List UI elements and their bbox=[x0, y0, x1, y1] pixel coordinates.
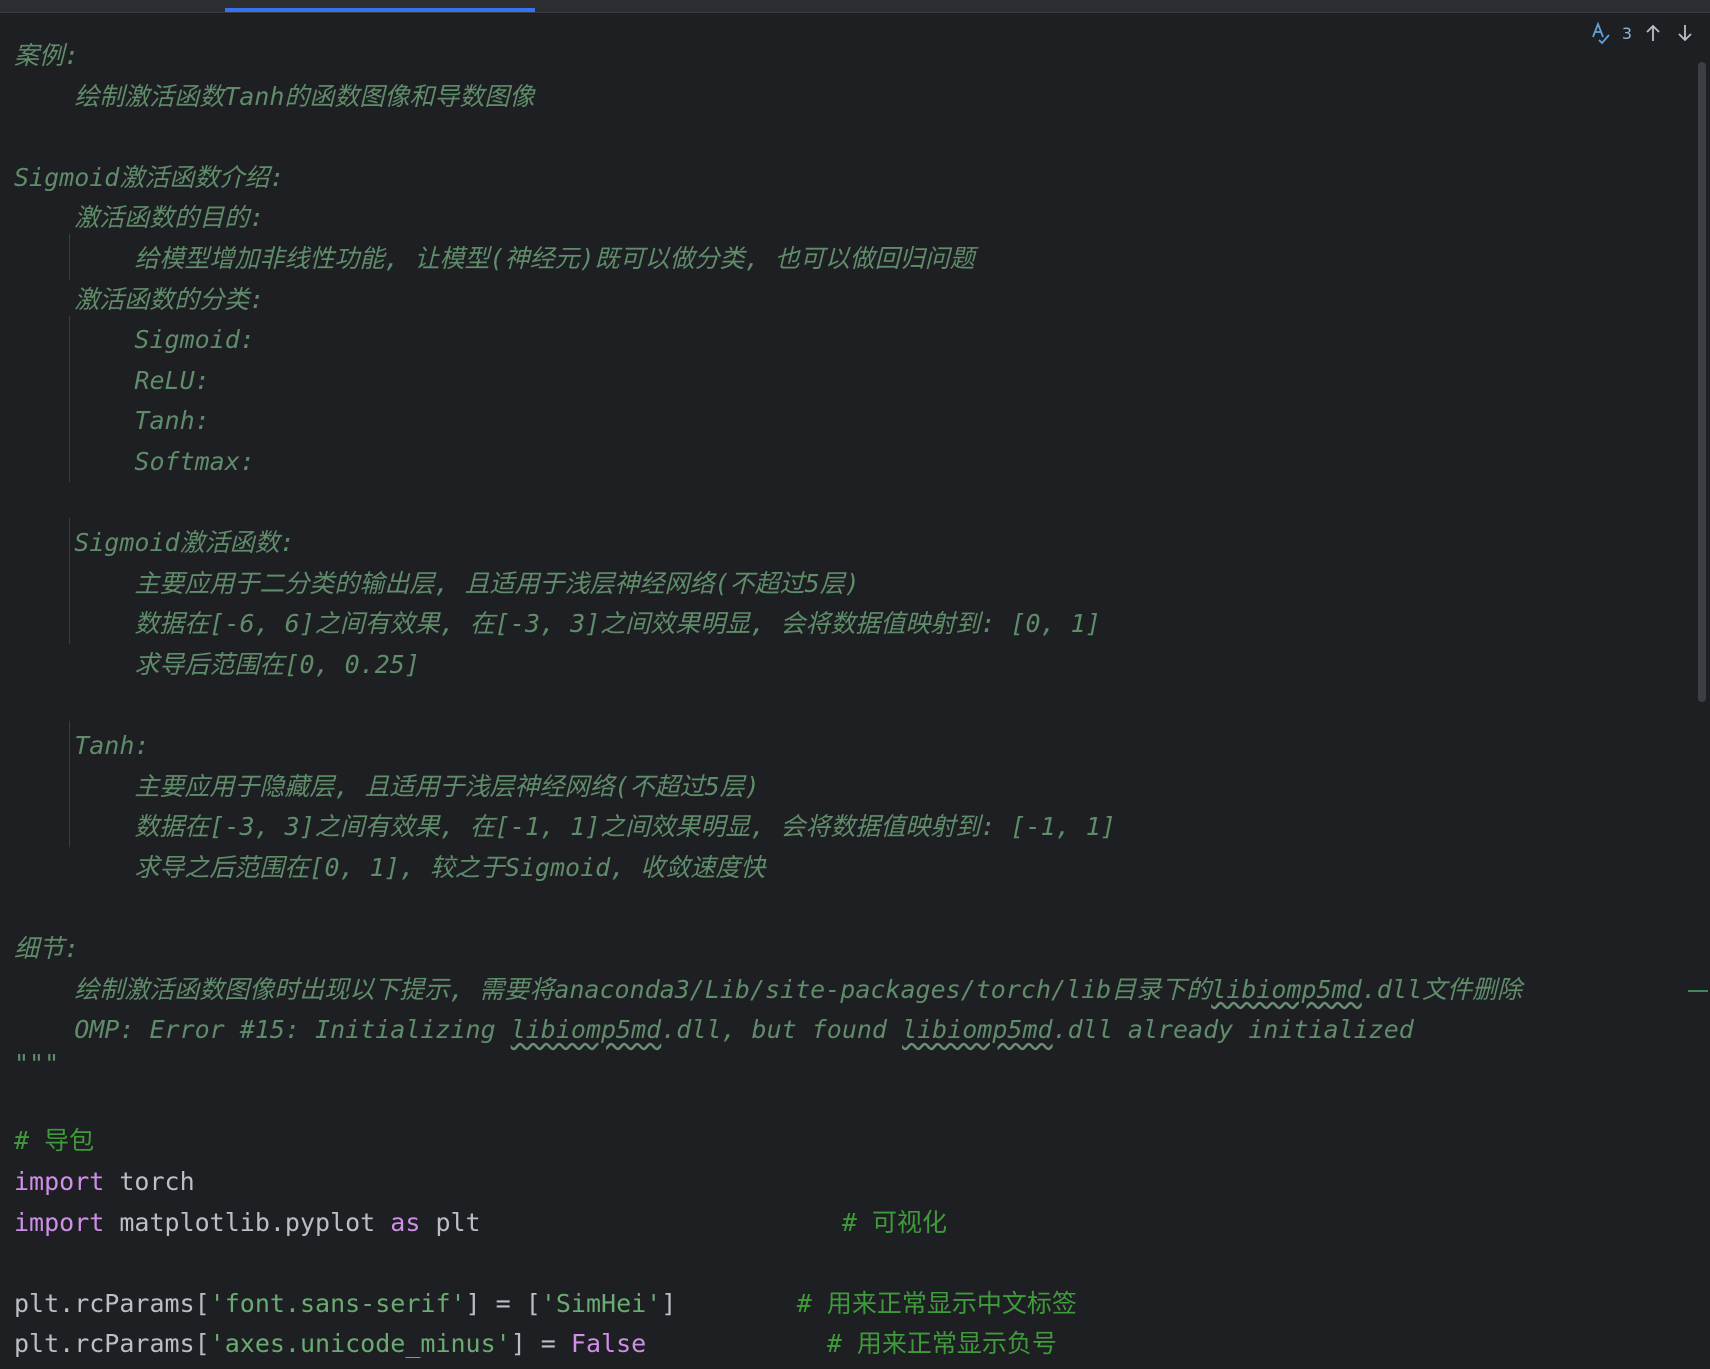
string-literal: 'SimHei' bbox=[540, 1288, 662, 1318]
padding bbox=[676, 1289, 796, 1318]
docstring-line bbox=[14, 686, 1670, 727]
code-text: ] = [ bbox=[465, 1288, 541, 1318]
code-text: matplotlib.pyplot bbox=[104, 1207, 391, 1237]
docstring-closing: """ bbox=[14, 1048, 60, 1078]
code-editor[interactable]: 3 案例: 绘制激活函数Tanh的函数图像和导数图像 Sigmoid激活函数介绍… bbox=[0, 0, 1710, 1369]
docstring-line: Softmax: bbox=[14, 446, 255, 476]
spelling-warning[interactable]: libiomp5md bbox=[1211, 975, 1362, 1004]
code-line-import-torch: import torch bbox=[14, 1162, 1670, 1203]
docstring-line: 数据在[-6, 6]之间有效果, 在[-3, 3]之间效果明显, 会将数据值映射… bbox=[14, 609, 1101, 639]
active-tab-indicator[interactable] bbox=[225, 8, 535, 12]
string-literal: 'font.sans-serif' bbox=[209, 1288, 466, 1318]
docstring-line: Sigmoid激活函数介绍: bbox=[14, 162, 285, 192]
keyword: as bbox=[390, 1207, 421, 1237]
vertical-scrollbar[interactable] bbox=[1698, 62, 1706, 702]
code-text: plt bbox=[420, 1207, 481, 1237]
keyword: False bbox=[570, 1329, 647, 1359]
docstring-line: 主要应用于二分类的输出层, 且适用于浅层神经网络(不超过5层) bbox=[14, 568, 860, 598]
keyword: import bbox=[14, 1207, 105, 1237]
keyword: import bbox=[14, 1167, 105, 1197]
code-text: plt.rcParams[ bbox=[14, 1329, 210, 1359]
docstring-line: 激活函数的分类: bbox=[14, 284, 265, 314]
docstring-line: 案例: bbox=[14, 41, 80, 70]
code-text: torch bbox=[104, 1167, 195, 1197]
docstring-line: ReLU: bbox=[14, 365, 210, 395]
detail-text: .dll already initialized bbox=[1052, 1015, 1414, 1045]
docstring-detail-line: 绘制激活函数图像时出现以下提示, 需要将anaconda3/Lib/site-p… bbox=[14, 970, 1670, 1011]
detail-text: OMP: Error #15: Initializing bbox=[14, 1015, 511, 1045]
code-line-rcparams-font: plt.rcParams['font.sans-serif'] = ['SimH… bbox=[14, 1284, 1670, 1325]
arrow-down-icon[interactable] bbox=[1674, 21, 1696, 45]
padding bbox=[646, 1329, 827, 1358]
docstring-line bbox=[14, 888, 1670, 929]
docstring-line: 激活函数的目的: bbox=[14, 203, 265, 233]
docstring-line: 细节: bbox=[14, 934, 80, 964]
inline-comment: # 可视化 bbox=[841, 1207, 947, 1237]
docstring-line: 给模型增加非线性功能, 让模型(神经元)既可以做分类, 也可以做回归问题 bbox=[14, 243, 975, 273]
docstring-line: 求导之后范围在[0, 1], 较之于Sigmoid, 收敛速度快 bbox=[14, 852, 766, 882]
code-text: ] = bbox=[510, 1329, 571, 1359]
docstring-line: 绘制激活函数Tanh的函数图像和导数图像 bbox=[14, 81, 535, 111]
docstring-line: 数据在[-3, 3]之间有效果, 在[-1, 1]之间效果明显, 会将数据值映射… bbox=[14, 812, 1116, 842]
inspection-marker[interactable] bbox=[1688, 990, 1708, 992]
code-text: plt.rcParams[ bbox=[14, 1288, 210, 1318]
docstring-line bbox=[14, 117, 1670, 158]
inline-comment: # 用来正常显示中文标签 bbox=[796, 1288, 1077, 1318]
detail-text: .dll文件删除 bbox=[1361, 974, 1522, 1004]
spelling-warning[interactable]: libiomp5md bbox=[902, 1015, 1053, 1044]
detail-text: 绘制激活函数图像时出现以下提示, 需要将anaconda3/Lib/site-p… bbox=[14, 974, 1212, 1004]
spelling-warning[interactable]: libiomp5md bbox=[511, 1015, 662, 1044]
docstring-line: 求导后范围在[0, 0.25] bbox=[14, 649, 420, 679]
docstring-line: Sigmoid: bbox=[14, 325, 255, 355]
docstring-line bbox=[14, 483, 1670, 524]
tab-bar bbox=[0, 0, 1710, 13]
docstring-line: Tanh: bbox=[14, 731, 150, 761]
code-text: ] bbox=[661, 1288, 677, 1318]
docstring-line: Tanh: bbox=[14, 406, 210, 436]
code-area[interactable]: 案例: 绘制激活函数Tanh的函数图像和导数图像 Sigmoid激活函数介绍: … bbox=[14, 36, 1670, 1369]
docstring-line: 主要应用于隐藏层, 且适用于浅层神经网络(不超过5层) bbox=[14, 771, 760, 801]
gutter bbox=[0, 13, 10, 1369]
comment-line: # 导包 bbox=[14, 1126, 95, 1156]
detail-text: .dll, but found bbox=[661, 1015, 903, 1045]
code-line-rcparams-minus: plt.rcParams['axes.unicode_minus'] = Fal… bbox=[14, 1324, 1670, 1365]
docstring-line: Sigmoid激活函数: bbox=[14, 528, 295, 558]
code-line-import-plt: import matplotlib.pyplot as plt # 可视化 bbox=[14, 1203, 1670, 1244]
inline-comment: # 用来正常显示负号 bbox=[826, 1329, 1057, 1359]
padding bbox=[481, 1208, 842, 1237]
docstring-error-line: OMP: Error #15: Initializing libiomp5md.… bbox=[14, 1010, 1670, 1051]
string-literal: 'axes.unicode_minus' bbox=[209, 1329, 511, 1359]
